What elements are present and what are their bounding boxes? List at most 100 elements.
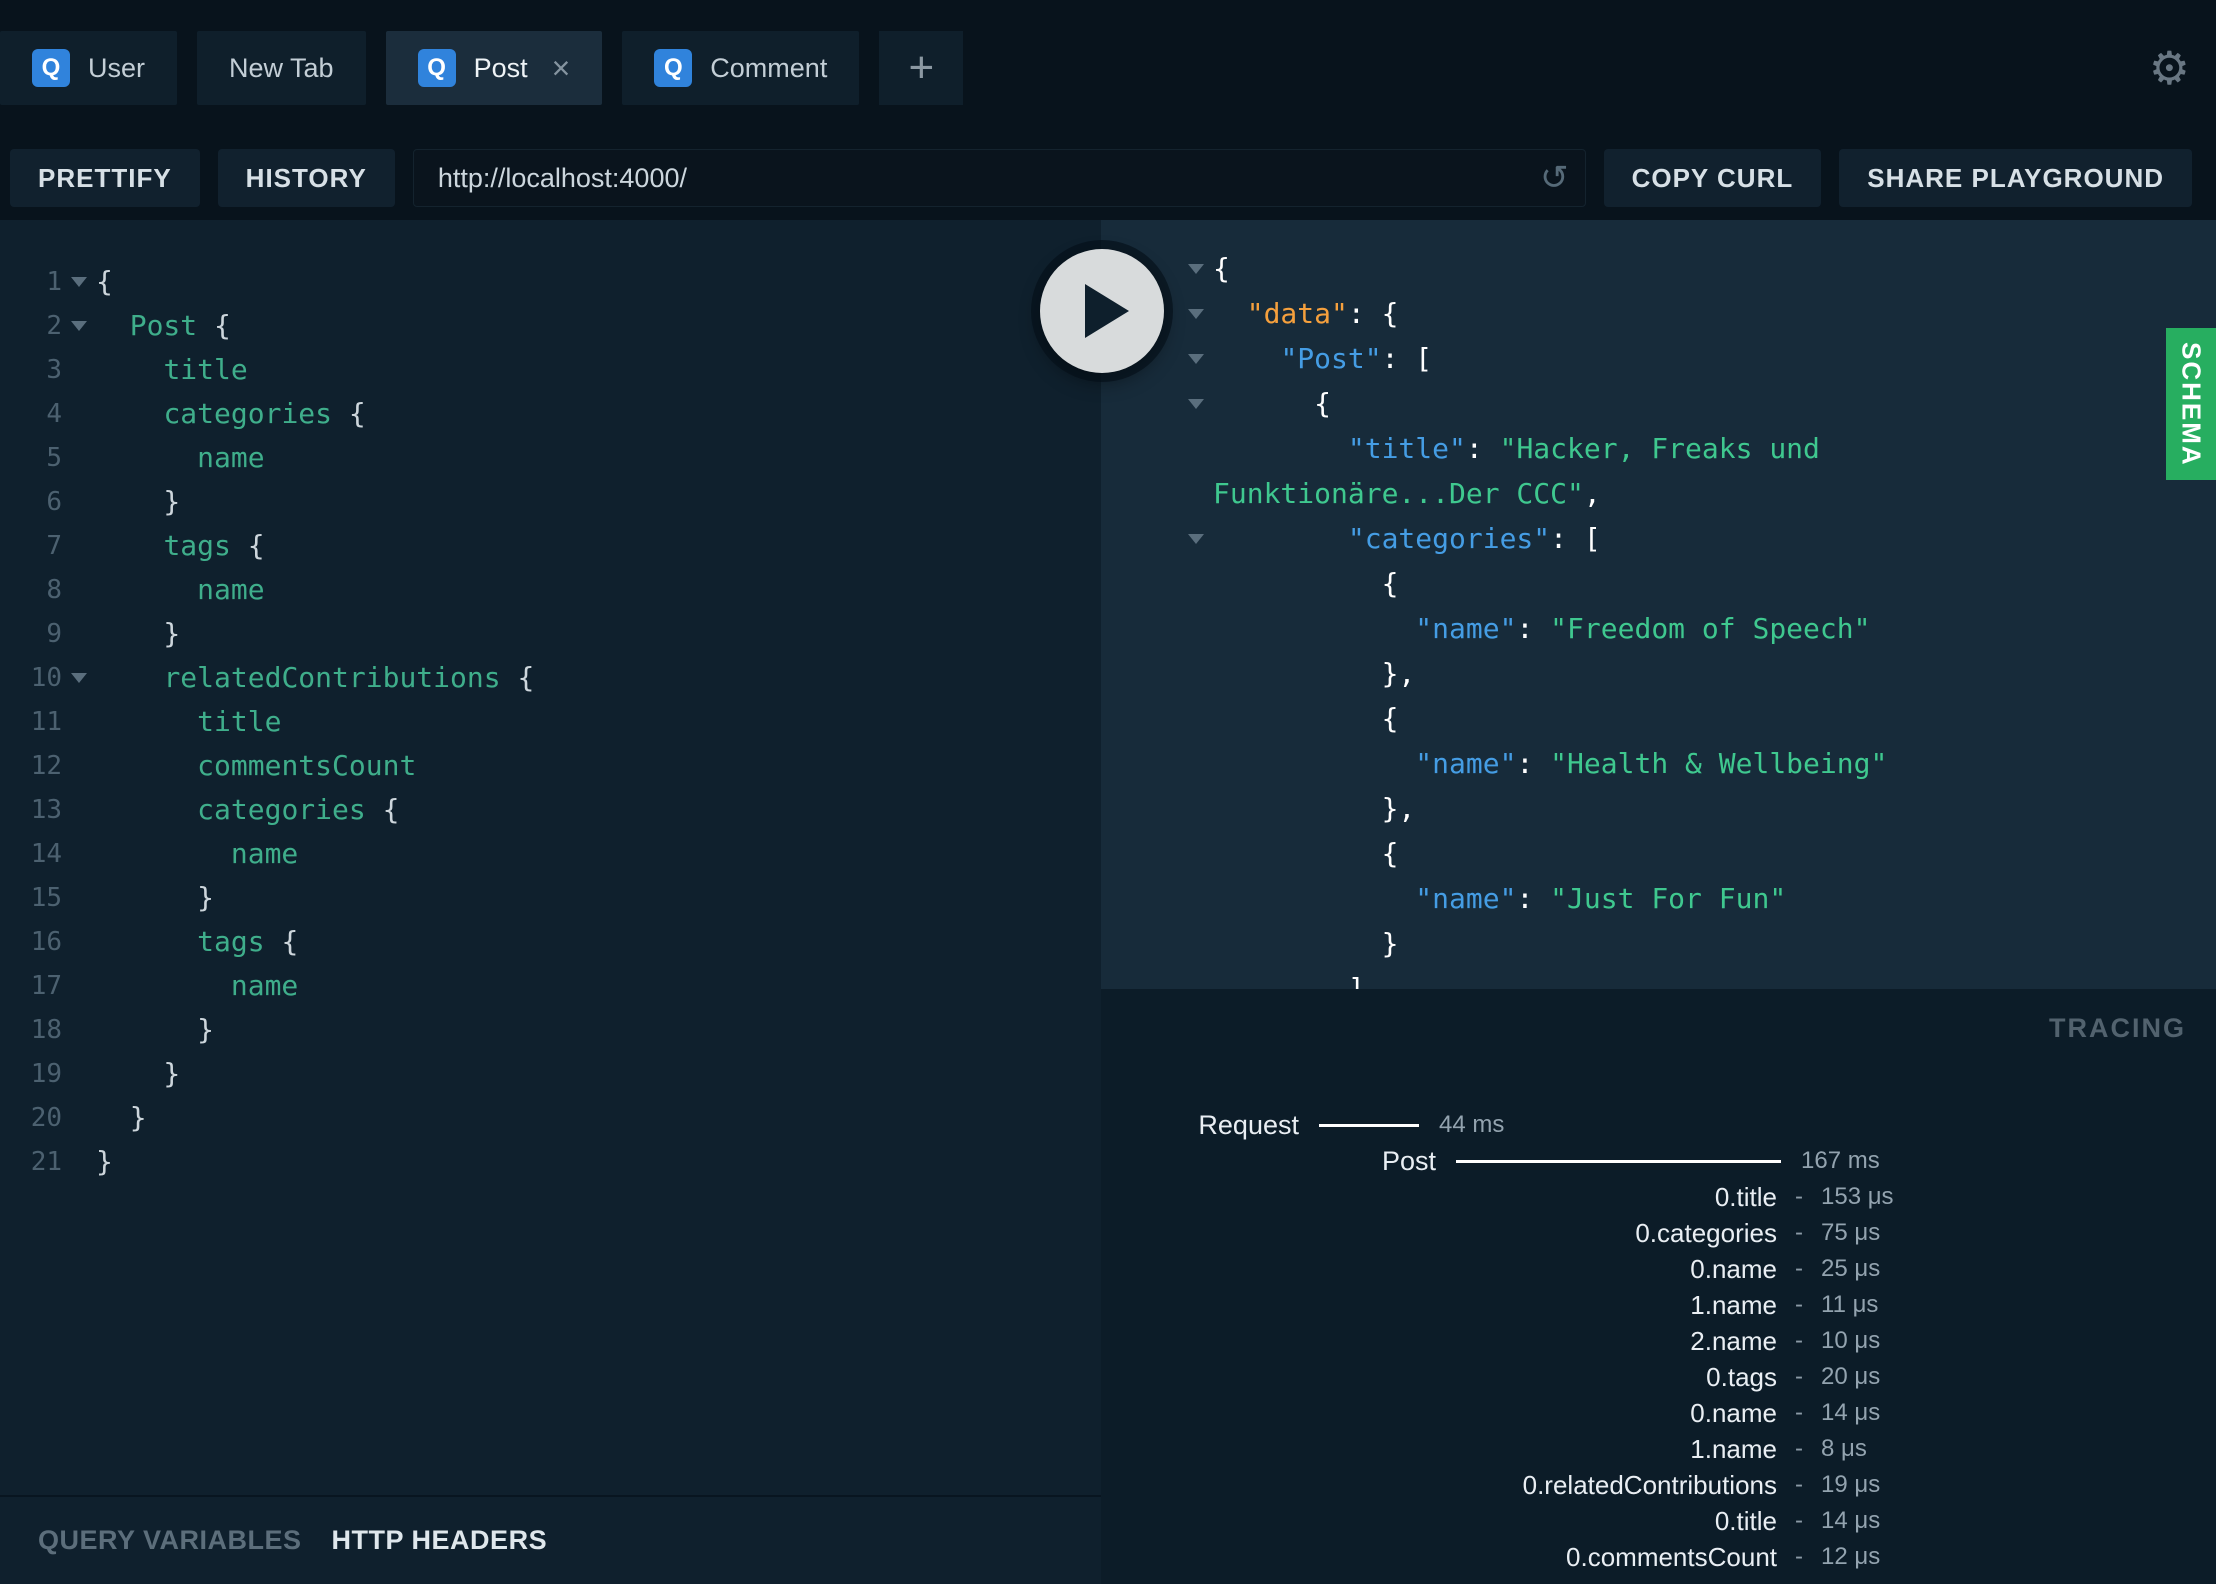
result-line[interactable]: "name": "Just For Fun" [1101,876,2216,921]
token: Funktionäre...Der CCC" [1213,477,1584,510]
result-line[interactable]: "categories": [ [1101,516,2216,561]
tracing-title: TRACING [2049,1013,2186,1043]
line-number: 6 [46,487,62,517]
tracing-row-post: Post 167 ms [1101,1143,2216,1179]
result-line[interactable]: "Post": [ [1101,336,2216,381]
tab-post[interactable]: Q Post × [385,31,603,105]
fold-chevron-down-icon[interactable] [71,673,87,683]
token: , [1583,477,1601,510]
query-line[interactable]: 18 } [0,1008,1101,1052]
result-line[interactable]: "name": "Health & Wellbeing" [1101,741,2216,786]
tab-bar: Q User New Tab Q Post × Q Comment + ⚙ [0,0,2216,136]
query-line[interactable]: 11 title [0,700,1101,744]
tab-user[interactable]: Q User [0,31,178,105]
query-line[interactable]: 4 categories { [0,392,1101,436]
code-text: tags { [96,920,298,964]
code-text: title [96,700,281,744]
copy-curl-button[interactable]: COPY CURL [1603,149,1822,207]
result-line[interactable]: { [1101,381,2216,426]
close-icon[interactable]: × [552,52,571,84]
fold-chevron-down-icon[interactable] [1188,263,1204,274]
query-line[interactable]: 9 } [0,612,1101,656]
result-line[interactable]: "data": { [1101,291,2216,336]
tracing-dash: - [1795,1327,1803,1354]
result-line[interactable]: Funktionäre...Der CCC", [1101,471,2216,516]
result-line[interactable]: } [1101,921,2216,966]
result-line[interactable]: { [1101,696,2216,741]
reload-icon[interactable]: ↺ [1540,158,1569,198]
result-line[interactable]: { [1101,246,2216,291]
endpoint-url-input[interactable] [413,162,1585,194]
token: } [96,485,181,518]
tracing-row: 1.name -11 μs [1101,1287,2216,1323]
query-line[interactable]: 15 } [0,876,1101,920]
tracing-row: 0.relatedContributions -19 μs [1101,1467,2216,1503]
fold-chevron-down-icon[interactable] [1188,308,1204,319]
query-line[interactable]: 19 } [0,1052,1101,1096]
query-line[interactable]: 14 name [0,832,1101,876]
fold-chevron-down-icon[interactable] [71,321,87,331]
tracing-label: 1.name [1690,1433,1777,1464]
code-text: } [96,480,180,524]
token: "Health & Wellbeing" [1550,747,1888,780]
result-viewer[interactable]: { "data": { "Post": [ { "title": "Hacker… [1101,220,2216,989]
result-line[interactable]: { [1101,561,2216,606]
query-line[interactable]: 21} [0,1140,1101,1184]
result-line[interactable]: "name": "Freedom of Speech" [1101,606,2216,651]
line-number: 1 [46,267,62,297]
query-line[interactable]: 1{ [0,260,1101,304]
result-line[interactable]: { [1101,831,2216,876]
query-line[interactable]: 17 name [0,964,1101,1008]
result-line[interactable]: }, [1101,651,2216,696]
tab-new-tab[interactable]: New Tab [197,31,366,105]
query-line[interactable]: 10 relatedContributions { [0,656,1101,700]
query-line[interactable]: 13 categories { [0,788,1101,832]
history-button[interactable]: HISTORY [217,149,395,207]
fold-chevron-down-icon[interactable] [1188,353,1204,364]
code-text: name [96,964,298,1008]
query-editor[interactable]: 1{2 Post {3 title 4 categories {5 name 6 }… [0,220,1101,1495]
query-variables-tab[interactable]: QUERY VARIABLES [38,1525,302,1556]
fold-chevron-down-icon[interactable] [1188,533,1204,544]
query-line[interactable]: 5 name [0,436,1101,480]
gutter [1179,516,1213,561]
query-badge-icon: Q [32,49,70,87]
tracing-dash: - [1795,1399,1803,1426]
result-line[interactable]: }, [1101,786,2216,831]
settings-gear-icon[interactable]: ⚙ [2149,41,2190,95]
fold-chevron-down-icon[interactable] [1188,398,1204,409]
query-line[interactable]: 6 } [0,480,1101,524]
token: "Hacker, Freaks und [1499,432,1820,465]
schema-side-tab[interactable]: SCHEMA [2166,328,2216,480]
gutter [1179,831,1213,876]
query-line[interactable]: 16 tags { [0,920,1101,964]
tracing-label: Request [1198,1109,1299,1140]
token: { [1213,387,1332,420]
token: } [96,1101,147,1134]
line-number: 19 [30,1059,62,1089]
prettify-button[interactable]: PRETTIFY [10,149,200,207]
query-line[interactable]: 3 title [0,348,1101,392]
query-line[interactable]: 12 commentsCount [0,744,1101,788]
tracing-row: 0.title -14 μs [1101,1503,2216,1539]
gutter [1179,426,1213,471]
code-text: relatedContributions { [96,656,534,700]
gutter [1179,966,1213,989]
result-line[interactable]: "title": "Hacker, Freaks und [1101,426,2216,471]
fold-chevron-down-icon[interactable] [71,277,87,287]
execute-query-button[interactable] [1040,249,1164,373]
tracing-bar [1319,1123,1419,1127]
query-line[interactable]: 8 name [0,568,1101,612]
result-line[interactable]: ], [1101,966,2216,989]
http-headers-tab[interactable]: HTTP HEADERS [332,1525,548,1556]
tab-comment[interactable]: Q Comment [622,31,860,105]
query-line[interactable]: 2 Post { [0,304,1101,348]
new-tab-button[interactable]: + [879,31,964,105]
query-line[interactable]: 7 tags { [0,524,1101,568]
share-playground-button[interactable]: SHARE PLAYGROUND [1839,149,2192,207]
query-line[interactable]: 20 } [0,1096,1101,1140]
